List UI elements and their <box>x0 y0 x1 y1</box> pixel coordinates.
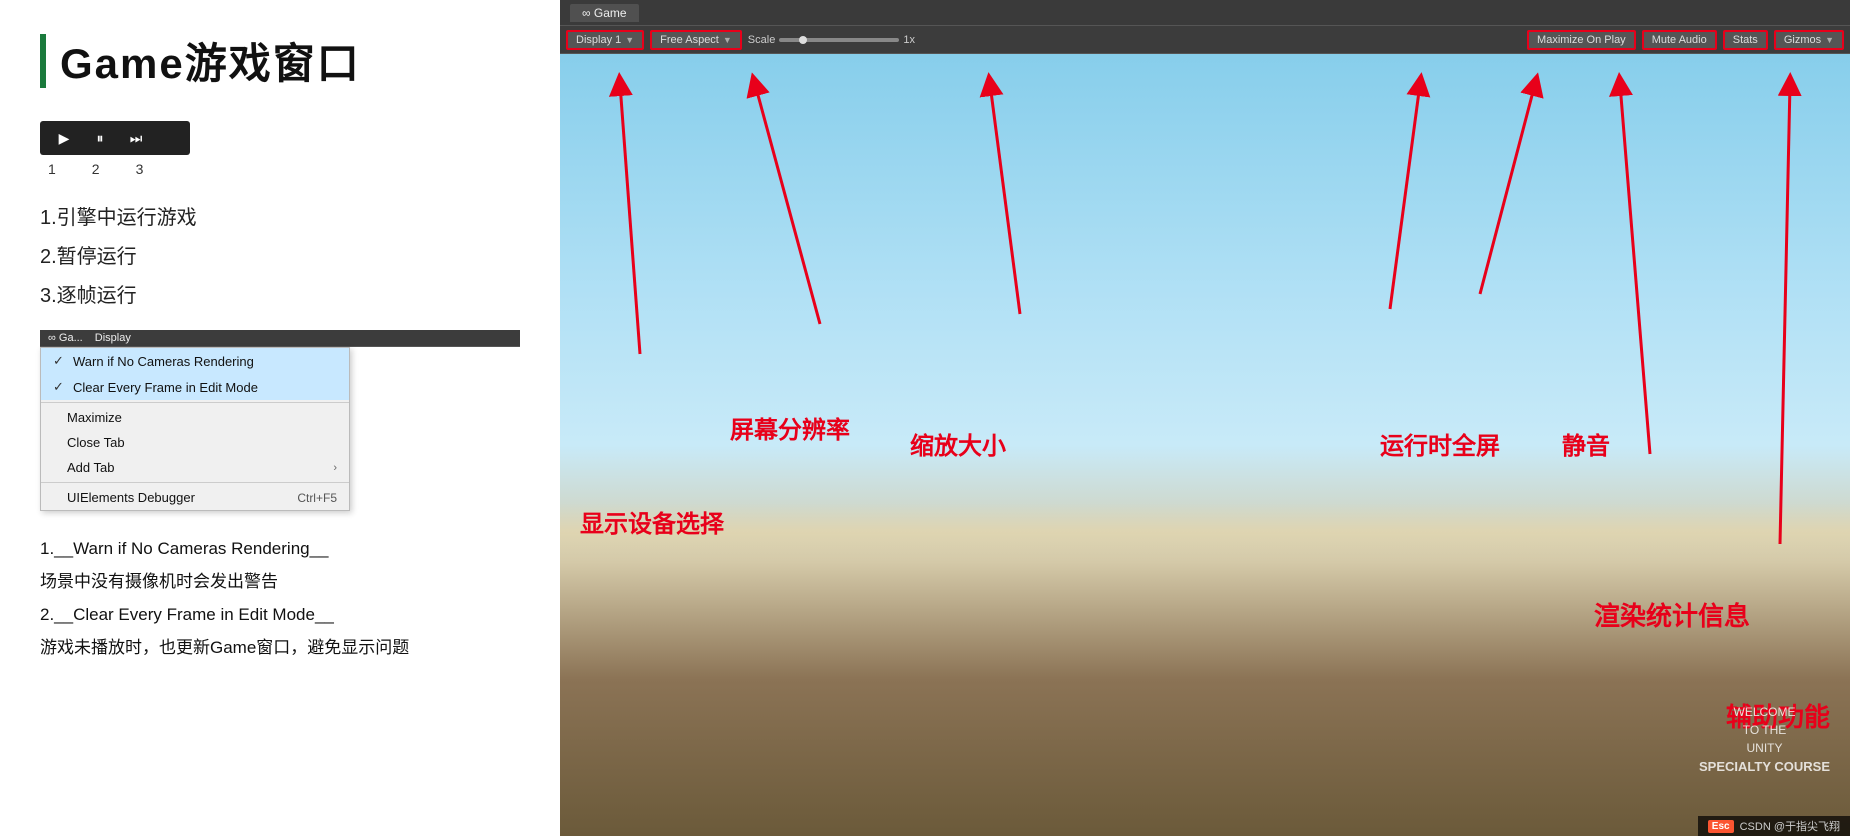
welcome-line4: SPECIALTY COURSE <box>1699 757 1830 777</box>
bottom-desc: 1.__Warn if No Cameras Rendering__ 场景中没有… <box>40 535 520 663</box>
scale-slider[interactable] <box>779 38 899 42</box>
desc-item-3: 3.逐帧运行 <box>40 279 520 308</box>
welcome-text: WELCOME TO THE UNITY SPECIALTY COURSE <box>1699 703 1830 777</box>
context-menu: ✓ Warn if No Cameras Rendering ✓ Clear E… <box>40 347 350 511</box>
ctx-label-maximize: Maximize <box>67 410 122 425</box>
scale-label: Scale <box>748 34 776 46</box>
submenu-arrow-icon: › <box>333 462 337 474</box>
ctrl-num-1: 1 <box>48 161 56 177</box>
desc-item-1: 1.引擎中运行游戏 <box>40 201 520 230</box>
ctx-label-warn: Warn if No Cameras Rendering <box>73 354 254 369</box>
welcome-line2: TO THE <box>1699 721 1830 739</box>
left-panel: Game游戏窗口 ▶ ⏸ ⏭ 1 2 3 1.引擎中运行游戏 2.暂停运行 3.… <box>0 0 560 836</box>
annotation-mute: 静音 <box>1562 426 1610 461</box>
scale-control: Scale 1x <box>748 34 1132 46</box>
display-arrow-icon: ▼ <box>625 35 634 45</box>
desc-item-2: 2.暂停运行 <box>40 240 520 269</box>
title-accent <box>40 34 46 88</box>
annotation-display: 显示设备选择 <box>580 504 724 539</box>
game-tab[interactable]: ∞ Game <box>570 4 639 22</box>
annotation-stats: 渲染统计信息 <box>1594 596 1750 633</box>
right-panel: ∞ Game Display 1 ▼ Free Aspect ▼ Scale 1… <box>560 0 1850 836</box>
scale-value: 1x <box>903 34 915 46</box>
ctrl-num-3: 3 <box>136 161 144 177</box>
bottom-desc-3: 2.__Clear Every Frame in Edit Mode__ <box>40 601 520 630</box>
gizmos-arrow-icon: ▼ <box>1825 35 1834 45</box>
mini-bar-display: Display <box>95 332 131 344</box>
csdn-bar: Esc CSDN @于指尖飞翔 <box>1698 816 1850 836</box>
game-toolbar: Display 1 ▼ Free Aspect ▼ Scale 1x Maxim… <box>560 26 1850 54</box>
ctrl-num-2: 2 <box>92 161 100 177</box>
annotation-maximize: 运行时全屏 <box>1380 426 1500 461</box>
annotation-resolution: 屏幕分辨率 <box>730 410 850 445</box>
ctx-label-uielements: UIElements Debugger <box>67 490 195 505</box>
playback-controls: ▶ ⏸ ⏭ <box>40 121 190 155</box>
csdn-logo: Esc <box>1708 820 1734 833</box>
ctx-item-add-tab[interactable]: Add Tab › <box>41 455 349 480</box>
sky-background <box>560 54 1850 836</box>
context-menu-area: ∞ Ga... Display ✓ Warn if No Cameras Ren… <box>40 330 520 511</box>
bottom-desc-2: 场景中没有摄像机时会发出警告 <box>40 568 520 597</box>
ctx-item-uielements[interactable]: UIElements Debugger Ctrl+F5 <box>41 485 349 510</box>
ctx-label-add-tab: Add Tab <box>67 460 114 475</box>
page-title: Game游戏窗口 <box>60 30 361 91</box>
page-title-bar: Game游戏窗口 <box>40 30 520 91</box>
bottom-desc-4: 游戏未播放时，也更新Game窗口，避免显示问题 <box>40 634 520 663</box>
pause-button[interactable]: ⏸ <box>86 127 114 149</box>
scale-dot <box>799 36 807 44</box>
display-button[interactable]: Display 1 ▼ <box>566 30 644 50</box>
mute-button[interactable]: Mute Audio <box>1642 30 1717 50</box>
game-mini-bar: ∞ Ga... Display <box>40 330 520 347</box>
check-icon-warn: ✓ <box>53 353 67 369</box>
maximize-button[interactable]: Maximize On Play <box>1527 30 1636 50</box>
welcome-line1: WELCOME <box>1699 703 1830 721</box>
check-icon-clear: ✓ <box>53 379 67 395</box>
ctx-item-warn-cameras[interactable]: ✓ Warn if No Cameras Rendering <box>41 348 349 374</box>
step-button[interactable]: ⏭ <box>122 127 150 149</box>
ctx-divider-2 <box>41 482 349 483</box>
aspect-button[interactable]: Free Aspect ▼ <box>650 30 742 50</box>
welcome-line3: UNITY <box>1699 739 1830 757</box>
ctx-label-clear: Clear Every Frame in Edit Mode <box>73 380 258 395</box>
game-window: ∞ Game Display 1 ▼ Free Aspect ▼ Scale 1… <box>560 0 1850 836</box>
ctrl-numbers: 1 2 3 <box>40 161 520 177</box>
desc-list: 1.引擎中运行游戏 2.暂停运行 3.逐帧运行 <box>40 201 520 308</box>
game-title-bar: ∞ Game <box>560 0 1850 26</box>
csdn-text: CSDN @于指尖飞翔 <box>1740 818 1840 834</box>
ctx-label-close-tab: Close Tab <box>67 435 125 450</box>
stats-button[interactable]: Stats <box>1723 30 1768 50</box>
gizmos-button[interactable]: Gizmos ▼ <box>1774 30 1844 50</box>
ctx-item-maximize[interactable]: Maximize <box>41 405 349 430</box>
ctx-divider-1 <box>41 402 349 403</box>
bottom-desc-1: 1.__Warn if No Cameras Rendering__ <box>40 535 520 564</box>
mini-bar-game: ∞ Ga... <box>48 332 83 344</box>
aspect-arrow-icon: ▼ <box>723 35 732 45</box>
ctx-shortcut-uielements: Ctrl+F5 <box>297 491 337 505</box>
horizon-glow <box>560 502 1850 562</box>
ctx-item-clear-frame[interactable]: ✓ Clear Every Frame in Edit Mode <box>41 374 349 400</box>
ctx-item-close-tab[interactable]: Close Tab <box>41 430 349 455</box>
play-button[interactable]: ▶ <box>50 127 78 149</box>
annotation-scale: 缩放大小 <box>910 426 1006 461</box>
game-viewport: 显示设备选择 屏幕分辨率 缩放大小 运行时全屏 静音 渲染统计信息 辅助功能 <box>560 54 1850 836</box>
